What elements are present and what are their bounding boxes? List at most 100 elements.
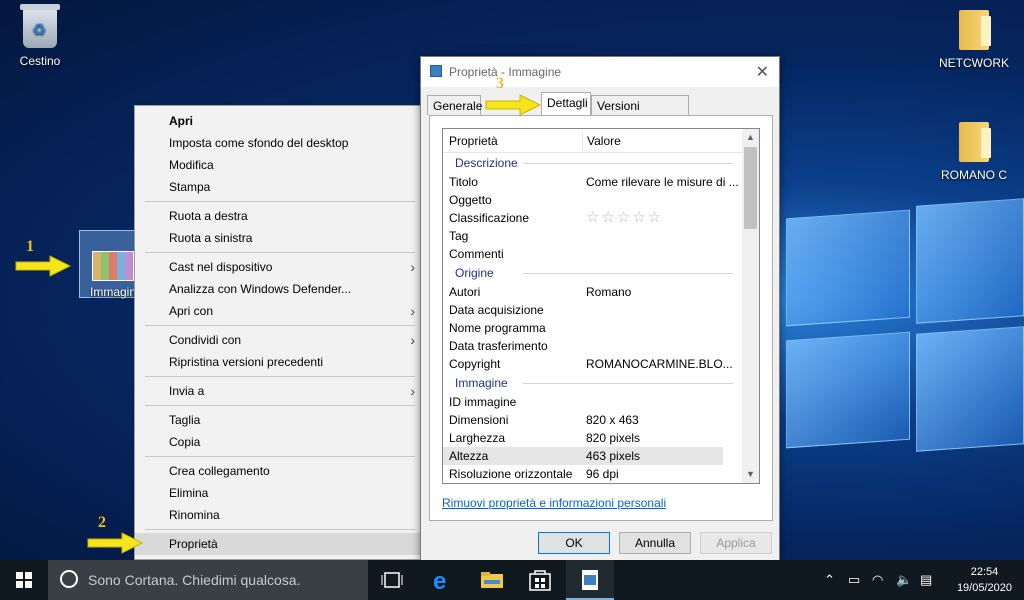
property-row[interactable]: Tag (443, 227, 759, 245)
start-button[interactable] (0, 560, 48, 600)
action-center-icon[interactable]: ▤ (920, 572, 932, 588)
tab-dettagli[interactable]: Dettagli (541, 92, 591, 115)
menu-item-label: Modifica (169, 158, 214, 172)
property-value: 463 pixels (586, 449, 641, 463)
task-view-button[interactable] (368, 560, 416, 600)
menu-item-ruota-a-destra[interactable]: Ruota a destra (135, 205, 425, 227)
property-name: Altezza (449, 449, 489, 463)
scroll-down-icon[interactable]: ▼ (742, 466, 759, 483)
menu-item-crea-collegamento[interactable]: Crea collegamento (135, 460, 425, 482)
store-button[interactable] (516, 560, 564, 600)
group-header-label: Origine (455, 266, 494, 280)
scroll-thumb[interactable] (744, 147, 757, 229)
close-icon[interactable]: ✕ (756, 62, 769, 82)
property-name: Autori (449, 285, 481, 299)
menu-item-taglia[interactable]: Taglia (135, 409, 425, 431)
desktop-icon-netcwork[interactable]: NETCWORK (934, 10, 1014, 70)
property-rows: Descrizione Titolo Come rilevare le misure… (443, 153, 759, 483)
property-row[interactable]: Data trasferimento (443, 337, 759, 355)
property-row[interactable]: Commenti (443, 245, 759, 263)
property-row[interactable]: Classificazione ☆☆☆☆☆ (443, 209, 759, 227)
taskbar: Sono Cortana. Chiedimi qualcosa. e ⌃ ▭ ◠… (0, 560, 1024, 600)
show-hidden-icons-chevron-icon[interactable]: ⌃ (824, 572, 835, 588)
menu-item-proprietà[interactable]: Proprietà (135, 533, 425, 555)
property-row[interactable]: Autori Romano (443, 283, 759, 301)
rating-stars-icon[interactable]: ☆☆☆☆☆ (586, 209, 663, 227)
windows-start-icon (16, 572, 32, 588)
remove-properties-link[interactable]: Rimuovi proprietà e informazioni persona… (442, 496, 666, 510)
menu-separator (145, 376, 415, 377)
property-row[interactable]: Oggetto (443, 191, 759, 209)
file-explorer-button[interactable] (468, 560, 516, 600)
photos-app-button[interactable] (566, 560, 614, 600)
desktop-icon-recycle-bin[interactable]: ♻ Cestino (0, 4, 80, 68)
property-row[interactable]: ID immagine (443, 393, 759, 411)
menu-item-label: Stampa (169, 180, 211, 194)
property-row[interactable]: Titolo Come rilevare le misure di ... (443, 173, 759, 191)
clock-time: 22:54 (970, 566, 999, 578)
property-row[interactable]: Copyright ROMANOCARMINE.BLO... (443, 355, 759, 373)
property-value: Romano (586, 285, 632, 299)
menu-item-rinomina[interactable]: Rinomina (135, 504, 425, 526)
network-icon[interactable]: ◠ (872, 572, 883, 588)
menu-item-condividi-con[interactable]: Condividi con › (135, 329, 425, 351)
submenu-chevron-icon: › (410, 303, 415, 319)
menu-item-elimina[interactable]: Elimina (135, 482, 425, 504)
desktop-icon-label: Cestino (19, 54, 61, 68)
dialog-titlebar[interactable]: Proprietà - Immagine ✕ (421, 57, 779, 87)
edge-browser-button[interactable]: e (418, 560, 466, 600)
menu-item-copia[interactable]: Copia (135, 431, 425, 453)
ok-button[interactable]: OK (538, 532, 610, 554)
property-row[interactable]: Nome programma (443, 319, 759, 337)
property-name: Oggetto (449, 193, 492, 207)
property-row[interactable]: Data acquisizione (443, 301, 759, 319)
dialog-title: Proprietà - Immagine (449, 65, 562, 79)
menu-item-invia-a[interactable]: Invia a › (135, 380, 425, 402)
annotation-arrow-3-icon (485, 94, 542, 116)
task-view-icon (381, 572, 403, 588)
menu-item-label: Copia (169, 435, 201, 449)
properties-dialog: Proprietà - Immagine ✕ Generale Dettagli… (420, 56, 780, 561)
menu-item-cast-nel-dispositivo[interactable]: Cast nel dispositivo › (135, 256, 425, 278)
image-file-icon (582, 570, 598, 590)
menu-item-label: Invia a (169, 384, 205, 398)
property-row[interactable]: Risoluzione orizzontale 96 dpi (443, 465, 759, 483)
property-value: 820 pixels (586, 431, 641, 445)
menu-item-stampa[interactable]: Stampa (135, 176, 425, 198)
menu-item-modifica[interactable]: Modifica (135, 154, 425, 176)
tab-versioni-precedenti[interactable]: Versioni precedenti (591, 95, 689, 133)
group-header: Immagine (443, 373, 759, 393)
scroll-up-icon[interactable]: ▲ (742, 129, 759, 146)
menu-item-apri[interactable]: Apri (135, 110, 425, 132)
menu-item-ruota-a-sinistra[interactable]: Ruota a sinistra (135, 227, 425, 249)
menu-item-imposta-come-sfondo-del-desktop[interactable]: Imposta come sfondo del desktop (135, 132, 425, 154)
properties-list[interactable]: Proprietà Valore Descrizione Titolo Come r… (442, 128, 760, 484)
scrollbar[interactable]: ▲ ▼ (742, 129, 759, 483)
tab-generale[interactable]: Generale (427, 95, 482, 115)
property-name: Commenti (449, 247, 504, 261)
property-row[interactable]: Larghezza 820 pixels (443, 429, 759, 447)
store-icon (529, 570, 551, 591)
battery-icon[interactable]: ▭ (848, 572, 860, 588)
desktop-icon-immagine[interactable]: Immagine (79, 230, 143, 299)
menu-item-ripristina-versioni-precedenti[interactable]: Ripristina versioni precedenti (135, 351, 425, 373)
menu-item-label: Proprietà (169, 537, 218, 551)
apply-button[interactable]: Applica (700, 532, 772, 554)
submenu-chevron-icon: › (410, 332, 415, 348)
details-panel: Proprietà Valore Descrizione Titolo Come r… (429, 115, 773, 521)
menu-item-analizza-con-windows-defender[interactable]: Analizza con Windows Defender... (135, 278, 425, 300)
menu-item-apri-con[interactable]: Apri con › (135, 300, 425, 322)
menu-item-label: Crea collegamento (169, 464, 270, 478)
property-row[interactable]: Altezza 463 pixels (443, 447, 723, 465)
menu-item-label: Apri con (169, 304, 214, 318)
cancel-button[interactable]: Annulla (619, 532, 691, 554)
desktop-icon-romano[interactable]: ROMANO C (934, 122, 1014, 182)
column-header-property[interactable]: Proprietà (449, 134, 498, 148)
menu-separator (145, 252, 415, 253)
volume-icon[interactable]: 🔈 (896, 572, 912, 588)
cortana-search-box[interactable]: Sono Cortana. Chiedimi qualcosa. (48, 560, 368, 600)
column-header-value[interactable]: Valore (587, 134, 621, 148)
system-clock[interactable]: 22:54 19/05/2020 (957, 564, 1012, 596)
property-row[interactable]: Dimensioni 820 x 463 (443, 411, 759, 429)
annotation-arrow-2-icon (87, 532, 144, 554)
